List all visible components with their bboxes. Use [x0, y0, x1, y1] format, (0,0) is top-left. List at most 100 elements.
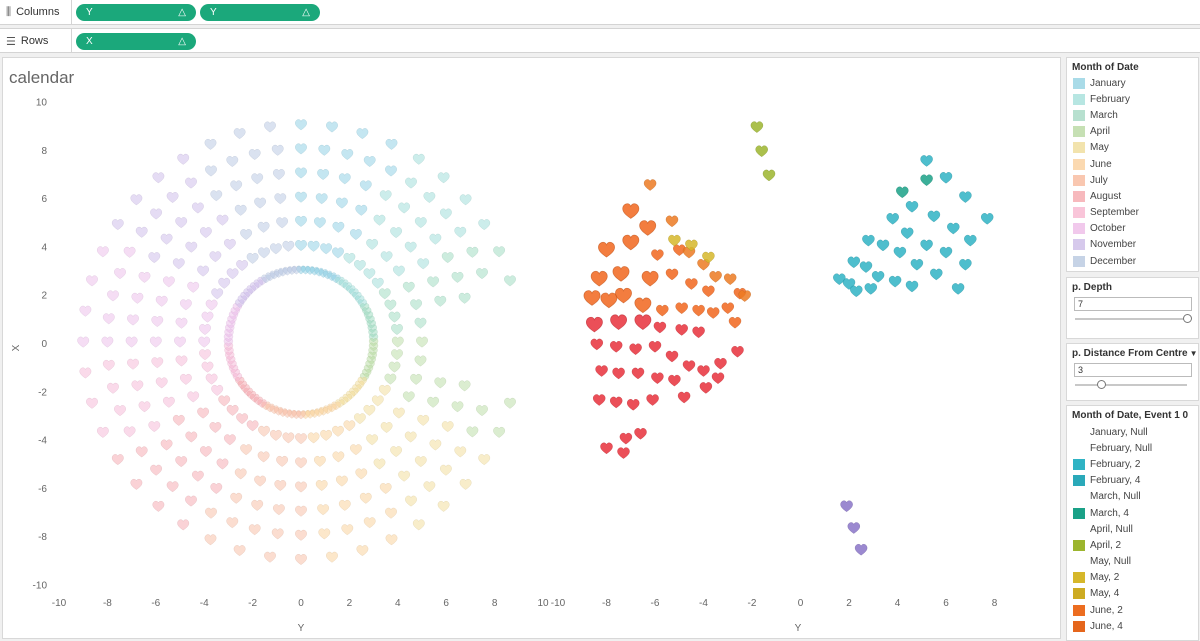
heart-mark-left[interactable]: [272, 503, 286, 516]
heart-mark-left[interactable]: [390, 323, 404, 336]
heart-mark-right[interactable]: [629, 343, 643, 356]
heart-mark-left[interactable]: [338, 499, 351, 512]
heart-mark-left[interactable]: [138, 401, 151, 413]
heart-mark-left[interactable]: [388, 311, 401, 323]
heart-mark-right[interactable]: [958, 258, 972, 271]
heart-mark-left[interactable]: [414, 216, 427, 229]
event-legend-item[interactable]: March, Null: [1067, 489, 1198, 505]
heart-mark-left[interactable]: [152, 172, 165, 184]
heart-mark-left[interactable]: [385, 534, 398, 546]
heart-mark-left[interactable]: [439, 208, 453, 220]
heart-mark-left[interactable]: [211, 384, 224, 397]
heart-mark-right[interactable]: [667, 234, 681, 247]
heart-mark-left[interactable]: [294, 505, 308, 517]
heart-mark-left[interactable]: [389, 226, 403, 239]
slider-knob[interactable]: [1096, 380, 1106, 389]
heart-mark-left[interactable]: [223, 238, 237, 251]
heart-mark-left[interactable]: [160, 439, 173, 451]
heart-mark-left[interactable]: [353, 259, 367, 272]
heart-mark-left[interactable]: [135, 446, 148, 458]
heart-mark-left[interactable]: [155, 295, 168, 307]
heart-mark-left[interactable]: [412, 153, 425, 165]
heart-mark-left[interactable]: [179, 373, 193, 386]
heart-mark-right[interactable]: [665, 215, 679, 228]
heart-mark-left[interactable]: [152, 500, 165, 513]
heart-mark-right[interactable]: [847, 256, 861, 269]
heart-mark-left[interactable]: [316, 503, 330, 516]
heart-mark-left[interactable]: [371, 277, 384, 289]
heart-mark-left[interactable]: [294, 143, 308, 155]
month-legend-item[interactable]: March: [1067, 107, 1198, 123]
heart-mark-left[interactable]: [475, 404, 489, 417]
heart-mark-right[interactable]: [709, 270, 723, 283]
heart-mark-right[interactable]: [675, 323, 689, 336]
heart-mark-left[interactable]: [102, 359, 115, 372]
heart-mark-left[interactable]: [205, 299, 218, 311]
heart-mark-left[interactable]: [175, 455, 188, 468]
heart-mark-right[interactable]: [910, 258, 924, 271]
heart-mark-left[interactable]: [390, 348, 404, 361]
heart-mark-left[interactable]: [211, 288, 224, 300]
heart-mark-left[interactable]: [210, 482, 223, 495]
heart-mark-right[interactable]: [714, 357, 727, 370]
heart-mark-left[interactable]: [85, 275, 99, 287]
heart-mark-left[interactable]: [175, 355, 188, 367]
heart-mark-left[interactable]: [353, 412, 367, 425]
heart-mark-right[interactable]: [905, 280, 919, 293]
heart-mark-left[interactable]: [130, 478, 143, 491]
scatter-chart[interactable]: -10-8-6-4-20246810-10 -8 -6 -4 -2 0 2 4 6 8 10 -10-…: [3, 58, 1060, 638]
heart-mark-right[interactable]: [750, 121, 764, 134]
heart-mark-left[interactable]: [187, 281, 200, 293]
heart-mark-left[interactable]: [101, 336, 114, 348]
heart-mark-left[interactable]: [234, 204, 247, 216]
heart-mark-left[interactable]: [313, 217, 327, 229]
heart-mark-right[interactable]: [849, 285, 863, 298]
heart-mark-left[interactable]: [131, 380, 144, 392]
heart-mark-left[interactable]: [218, 277, 231, 289]
heart-mark-left[interactable]: [198, 348, 212, 361]
heart-mark-left[interactable]: [294, 215, 308, 228]
heart-mark-right[interactable]: [614, 287, 633, 304]
heart-mark-right[interactable]: [612, 265, 630, 282]
heart-mark-left[interactable]: [384, 507, 398, 519]
heart-mark-left[interactable]: [79, 305, 92, 317]
heart-mark-left[interactable]: [123, 246, 136, 258]
heart-mark-right[interactable]: [655, 304, 669, 317]
heart-mark-left[interactable]: [125, 336, 138, 348]
heart-mark-right[interactable]: [650, 249, 664, 262]
heart-mark-right[interactable]: [900, 227, 914, 240]
heart-mark-left[interactable]: [365, 434, 379, 446]
heart-mark-right[interactable]: [634, 314, 652, 331]
heart-mark-right[interactable]: [854, 543, 868, 556]
heart-mark-left[interactable]: [454, 446, 467, 458]
heart-mark-right[interactable]: [622, 234, 640, 251]
heart-mark-left[interactable]: [209, 421, 222, 434]
heart-mark-left[interactable]: [77, 336, 90, 348]
heart-mark-left[interactable]: [389, 445, 403, 458]
heart-mark-left[interactable]: [191, 202, 205, 214]
heart-mark-left[interactable]: [230, 492, 243, 504]
heart-mark-right[interactable]: [929, 268, 943, 281]
heart-mark-right[interactable]: [600, 442, 613, 455]
heart-mark-left[interactable]: [201, 311, 214, 323]
heart-mark-left[interactable]: [294, 481, 308, 493]
heart-mark-left[interactable]: [226, 516, 239, 529]
heart-mark-left[interactable]: [335, 475, 349, 487]
heart-mark-left[interactable]: [363, 268, 376, 280]
heart-mark-left[interactable]: [316, 168, 330, 181]
heart-mark-left[interactable]: [417, 258, 430, 270]
heart-mark-left[interactable]: [234, 468, 247, 480]
heart-mark-right[interactable]: [626, 398, 640, 411]
heart-mark-right[interactable]: [731, 345, 744, 358]
heart-mark-right[interactable]: [612, 367, 626, 380]
heart-mark-right[interactable]: [595, 365, 609, 377]
heart-mark-right[interactable]: [682, 360, 696, 373]
heart-mark-left[interactable]: [113, 404, 127, 417]
heart-mark-left[interactable]: [223, 434, 237, 446]
heart-mark-left[interactable]: [325, 551, 339, 563]
heart-mark-left[interactable]: [294, 119, 308, 131]
heart-mark-left[interactable]: [162, 396, 176, 408]
heart-mark-right[interactable]: [631, 367, 645, 380]
heart-mark-right[interactable]: [871, 270, 885, 283]
heart-mark-left[interactable]: [113, 267, 127, 280]
